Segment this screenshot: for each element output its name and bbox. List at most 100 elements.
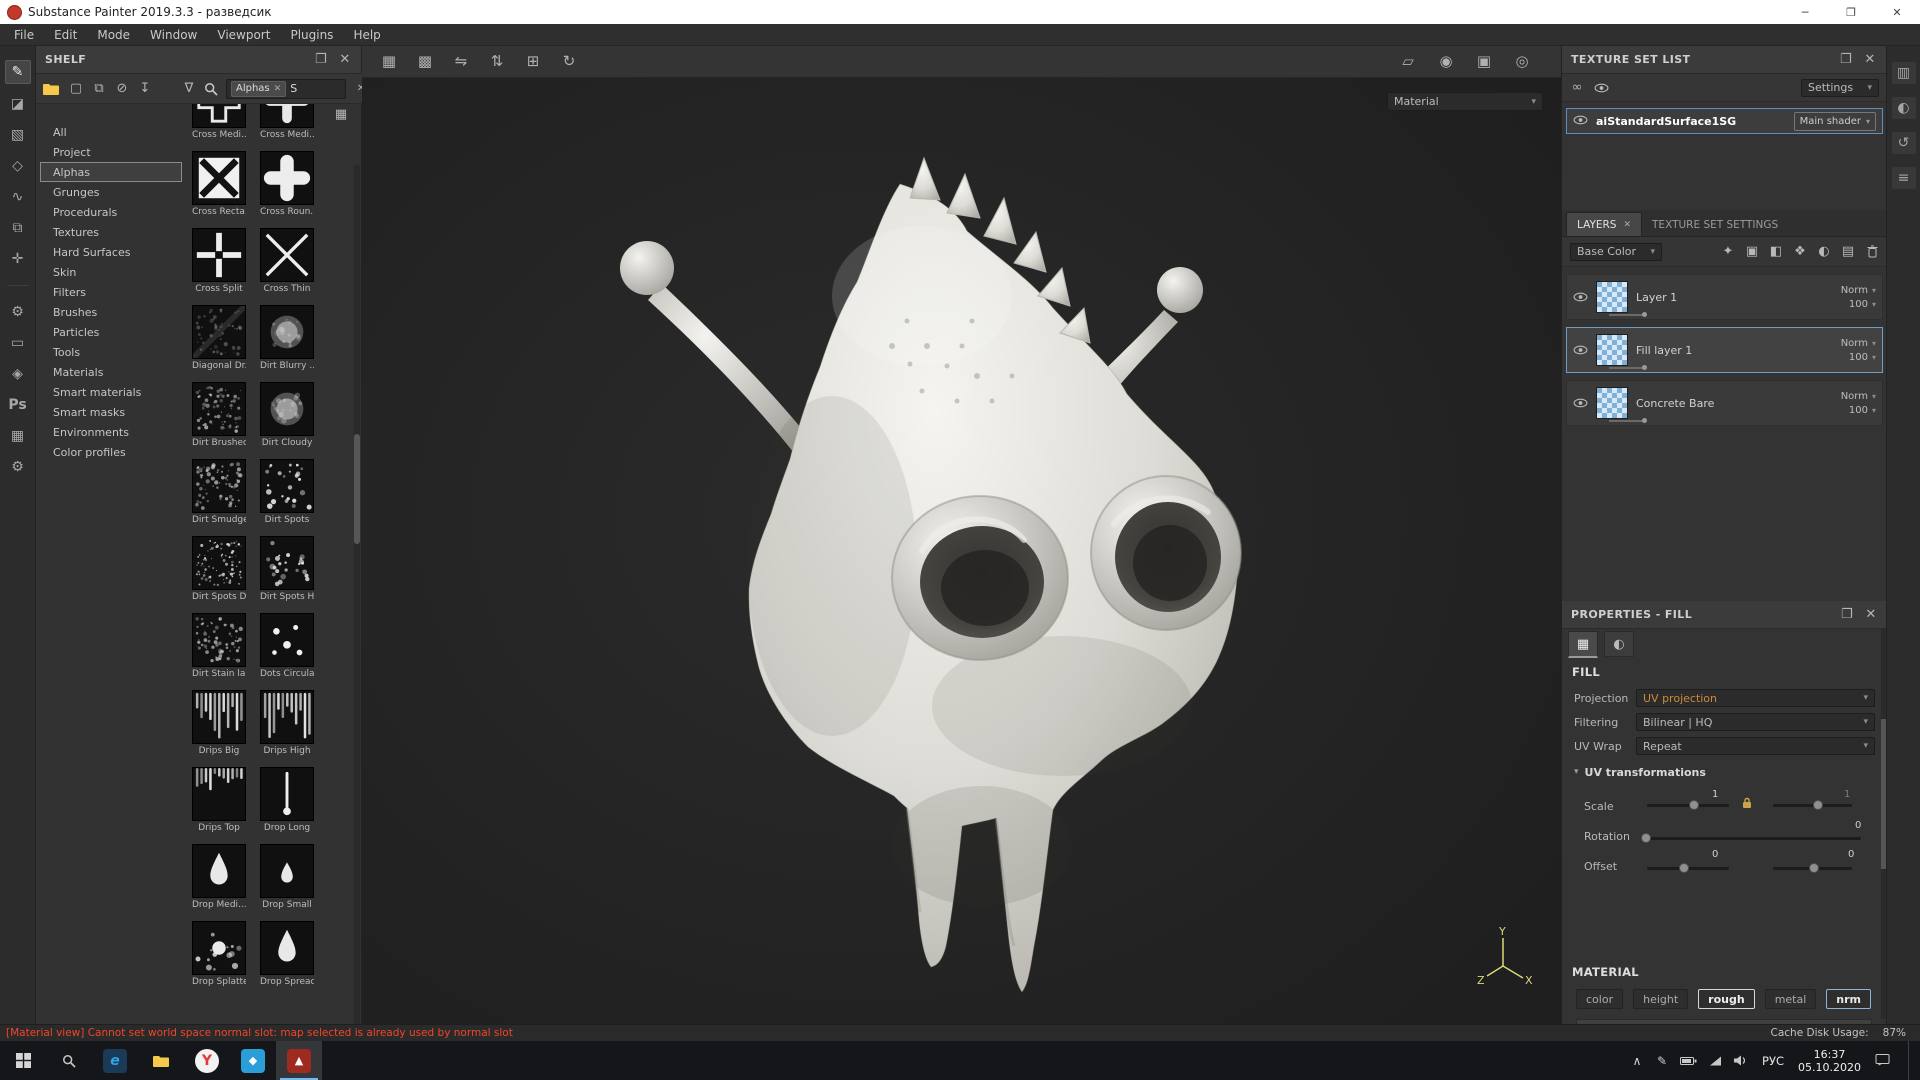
viewport-3d[interactable]: ▦▩⇋⇅⊞↻ ▱◉▣◎ Material▾ Y X Z — [362, 46, 1561, 1024]
projection-dropdown[interactable]: UV projection▾ — [1636, 689, 1875, 707]
shelf-thumbnail[interactable]: Cross Medi... — [260, 104, 314, 140]
add-view-icon[interactable]: ⊞ — [520, 51, 546, 73]
viewport-shading-dropdown[interactable]: Material▾ — [1387, 92, 1543, 111]
eraser-tool[interactable]: ◪ — [6, 93, 30, 115]
polygon-fill-tool[interactable]: ◇ — [6, 155, 30, 177]
layer-row-concrete-bare[interactable]: Concrete BareNorm▾100▾ — [1566, 380, 1883, 426]
channel-button-color[interactable]: color — [1576, 989, 1623, 1009]
shelf-thumbnail[interactable]: Dirt Spots — [260, 459, 314, 525]
shelf-category-particles[interactable]: Particles — [40, 322, 182, 342]
stamp-icon[interactable]: ◈ — [6, 363, 30, 385]
shelf-thumbnail[interactable]: Diagonal Dr... — [192, 305, 246, 371]
shelf-thumbnail[interactable]: Cross Medi... — [192, 104, 246, 140]
shelf-category-environments[interactable]: Environments — [40, 422, 182, 442]
duplicate-icon[interactable]: ⧉ — [92, 82, 106, 96]
settings-icon[interactable]: ⚙ — [6, 456, 30, 478]
link-icon[interactable]: ∞ — [1570, 81, 1584, 94]
shelf-category-tools[interactable]: Tools — [40, 342, 182, 362]
show-desktop-button[interactable] — [1908, 1041, 1914, 1080]
taskbar-clock[interactable]: 16:37 05.10.2020 — [1798, 1048, 1861, 1074]
shelf-thumbnail[interactable]: Dirt Blurry ... — [260, 305, 314, 371]
chevron-up-icon[interactable]: ∧ — [1630, 1055, 1644, 1067]
shelf-category-hard-surfaces[interactable]: Hard Surfaces — [40, 242, 182, 262]
eye-icon[interactable] — [1573, 115, 1588, 125]
menu-help[interactable]: Help — [343, 24, 390, 46]
shelf-thumbnail[interactable]: Drop Long — [260, 767, 314, 833]
battery-icon[interactable] — [1680, 1056, 1697, 1066]
close-icon[interactable]: ✕ — [338, 53, 352, 66]
wireframe-icon[interactable]: ▱ — [1395, 51, 1421, 73]
shelf-category-filters[interactable]: Filters — [40, 282, 182, 302]
filtering-dropdown[interactable]: Bilinear | HQ▾ — [1636, 713, 1875, 731]
photoshop-icon[interactable]: Ps — [6, 394, 30, 416]
uv-transformations-group[interactable]: ▾ UV transformations — [1562, 763, 1887, 781]
dock-icon[interactable]: ❐ — [1840, 608, 1854, 621]
history-icon[interactable]: ↺ — [1892, 132, 1916, 154]
shelf-category-smart-masks[interactable]: Smart masks — [40, 402, 182, 422]
shelf-thumbnail[interactable]: Cross Split — [192, 228, 246, 294]
tiling-icon[interactable]: ▩ — [412, 51, 438, 73]
shelf-category-smart-materials[interactable]: Smart materials — [40, 382, 182, 402]
filter-icon[interactable]: ∇ — [182, 82, 196, 96]
add-smart-material-icon[interactable]: ❖ — [1793, 245, 1807, 258]
layer-opacity-mini-slider[interactable] — [1609, 314, 1645, 316]
ruler-icon[interactable]: ▭ — [6, 332, 30, 354]
shelf-category-textures[interactable]: Textures — [40, 222, 182, 242]
shelf-thumbnail[interactable]: Drips High — [260, 690, 314, 756]
offset-slider-v[interactable] — [1773, 867, 1852, 870]
layer-row-fill-layer-1[interactable]: Fill layer 1Norm▾100▾ — [1566, 327, 1883, 373]
blend-mode-dropdown[interactable]: Norm▾ — [1841, 391, 1876, 402]
smudge-tool[interactable]: ∿ — [6, 186, 30, 208]
rotation-slider[interactable] — [1643, 837, 1861, 840]
volume-icon[interactable] — [1733, 1055, 1748, 1066]
eye-icon[interactable] — [1573, 345, 1588, 355]
shelf-category-materials[interactable]: Materials — [40, 362, 182, 382]
shelf-category-color-profiles[interactable]: Color profiles — [40, 442, 182, 462]
scale-slider-v[interactable] — [1773, 804, 1852, 807]
shelf-thumbnail[interactable]: Cross Recta... — [192, 151, 246, 217]
messenger-app[interactable]: ◆ — [230, 1041, 276, 1080]
shelf-thumbnail[interactable]: Cross Roun... — [260, 151, 314, 217]
hide-icon[interactable]: ⊘ — [115, 82, 129, 96]
mirror-icon[interactable]: ⇋ — [448, 51, 474, 73]
import-icon[interactable]: ↧ — [138, 82, 152, 96]
screenshot-icon[interactable]: ◎ — [1509, 51, 1535, 73]
dock-icon[interactable]: ❐ — [314, 53, 328, 66]
menu-mode[interactable]: Mode — [87, 24, 140, 46]
shelf-category-alphas[interactable]: Alphas — [40, 162, 182, 182]
menu-plugins[interactable]: Plugins — [280, 24, 343, 46]
close-icon[interactable]: ✕ — [1864, 608, 1878, 621]
add-effect-icon[interactable]: ✦ — [1721, 245, 1735, 258]
opacity-dropdown[interactable]: 100▾ — [1849, 299, 1876, 310]
properties-tab-material-icon[interactable]: ▦ — [1568, 631, 1598, 658]
clone-tool[interactable]: ⧉ — [6, 217, 30, 239]
projection-tool[interactable]: ▧ — [6, 124, 30, 146]
new-file-icon[interactable]: ▢ — [69, 82, 83, 96]
shader-settings-icon[interactable]: ◐ — [1892, 97, 1916, 119]
shelf-category-grunges[interactable]: Grunges — [40, 182, 182, 202]
shelf-thumbnail[interactable]: Drips Big — [192, 690, 246, 756]
shelf-thumbnail[interactable]: Drop Splatter — [192, 921, 246, 987]
channel-dropdown[interactable]: Base Color▾ — [1570, 243, 1662, 261]
shelf-category-project[interactable]: Project — [40, 142, 182, 162]
image-icon[interactable]: ▦ — [6, 425, 30, 447]
log-icon[interactable]: ≡ — [1892, 167, 1916, 189]
channel-button-metal[interactable]: metal — [1765, 989, 1817, 1009]
opacity-dropdown[interactable]: 100▾ — [1849, 352, 1876, 363]
remove-tag-icon[interactable]: ✕ — [274, 84, 282, 94]
close-icon[interactable]: ✕ — [1863, 53, 1877, 66]
uv-wrap-dropdown[interactable]: Repeat▾ — [1636, 737, 1875, 755]
shelf-thumbnail[interactable]: Dirt Spots D... — [192, 536, 246, 602]
channel-button-height[interactable]: height — [1633, 989, 1688, 1009]
opacity-dropdown[interactable]: 100▾ — [1849, 405, 1876, 416]
file-explorer-app[interactable] — [138, 1041, 184, 1080]
menu-viewport[interactable]: Viewport — [207, 24, 280, 46]
shelf-thumbnail[interactable]: Dirt Brushed — [192, 382, 246, 448]
yandex-browser-app[interactable]: Y — [184, 1041, 230, 1080]
close-button[interactable]: ✕ — [1874, 0, 1920, 24]
shelf-thumbnail[interactable]: Dirt Stain lar... — [192, 613, 246, 679]
menu-file[interactable]: File — [4, 24, 44, 46]
shelf-scrollbar[interactable] — [354, 164, 360, 1024]
camera-view-icon[interactable]: ▣ — [1471, 51, 1497, 73]
eye-icon[interactable] — [1573, 292, 1588, 302]
